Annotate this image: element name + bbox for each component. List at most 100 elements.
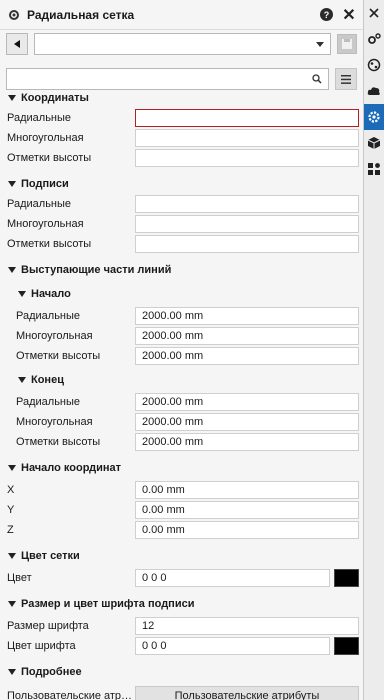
field-label: Многоугольная xyxy=(7,132,84,144)
field-label: Отметки высоты xyxy=(16,350,101,362)
collapse-triangle-icon xyxy=(8,601,16,607)
labels-radial-input[interactable] xyxy=(135,195,359,213)
user-attributes-button[interactable]: Пользовательские атрибуты xyxy=(135,686,359,700)
chevron-down-icon xyxy=(316,42,324,47)
collapse-triangle-icon xyxy=(8,267,16,273)
rail-settings-gear-icon[interactable] xyxy=(364,26,384,52)
ext-end-elevation-row: Отметки высоты 2000.00 mm xyxy=(0,432,364,452)
origin-x-input[interactable]: 0.00 mm xyxy=(135,481,359,499)
floppy-icon xyxy=(342,39,352,49)
field-label: Цвет xyxy=(7,572,32,584)
field-label: Многоугольная xyxy=(7,218,84,230)
section-grid-color-header[interactable]: Цвет сетки xyxy=(0,546,364,566)
coord-radial-input[interactable] xyxy=(135,109,359,127)
labels-polygonal-row: Многоугольная xyxy=(0,214,364,234)
close-icon[interactable]: ✕ xyxy=(341,7,357,24)
collapse-triangle-icon xyxy=(8,669,16,675)
section-title: Начало xyxy=(31,288,71,300)
font-size-row: Размер шрифта 12 xyxy=(0,616,364,636)
ext-end-radial-input[interactable]: 2000.00 mm xyxy=(135,393,359,411)
field-label: Размер шрифта xyxy=(7,620,89,632)
user-attributes-row: Пользовательские атри... Пользовательски… xyxy=(0,686,364,700)
field-label: Отметки высоты xyxy=(7,238,92,250)
field-label: Радиальные xyxy=(16,396,81,408)
field-label: Радиальные xyxy=(7,198,72,210)
labels-elevation-row: Отметки высоты xyxy=(0,234,364,254)
section-title: Выступающие части линий xyxy=(21,264,172,276)
panel-titlebar: Радиальная сетка ? ✕ xyxy=(0,0,363,30)
search-icon[interactable] xyxy=(312,74,322,84)
section-labels-header[interactable]: Подписи xyxy=(0,174,364,194)
section-title: Начало координат xyxy=(21,462,122,474)
coord-radial-row: Радиальные xyxy=(0,108,364,128)
rail-properties-gear-icon[interactable] xyxy=(364,104,384,130)
preset-toolbar xyxy=(0,31,363,57)
field-label: X xyxy=(7,484,15,496)
ext-start-polygonal-row: Многоугольная 2000.00 mm xyxy=(0,326,364,346)
coord-elevation-input[interactable] xyxy=(135,149,359,167)
help-icon[interactable]: ? xyxy=(320,8,333,21)
collapse-triangle-icon xyxy=(18,291,26,297)
section-more-header[interactable]: Подробнее xyxy=(0,662,364,682)
section-title: Размер и цвет шрифта подписи xyxy=(21,598,195,610)
gear-icon xyxy=(6,7,22,23)
section-extensions-header[interactable]: Выступающие части линий xyxy=(0,260,364,280)
search-input[interactable] xyxy=(7,69,328,89)
labels-radial-row: Радиальные xyxy=(0,194,364,214)
font-size-input[interactable]: 12 xyxy=(135,617,359,635)
save-button[interactable] xyxy=(337,34,357,54)
field-label: Цвет шрифта xyxy=(7,640,76,652)
subsection-start-header[interactable]: Начало xyxy=(0,284,364,304)
rail-cube-icon[interactable] xyxy=(364,130,384,156)
back-button[interactable] xyxy=(6,33,28,55)
rail-cloud-icon[interactable] xyxy=(364,78,384,104)
menu-button[interactable] xyxy=(335,68,357,90)
origin-x-row: X 0.00 mm xyxy=(0,480,364,500)
grid-color-row: Цвет 0 0 0 xyxy=(0,568,364,588)
field-label: Z xyxy=(7,524,14,536)
font-color-swatch[interactable] xyxy=(334,637,359,655)
section-title: Конец xyxy=(31,374,64,386)
field-label: Многоугольная xyxy=(16,330,93,342)
section-title: Подробнее xyxy=(21,666,82,678)
ext-start-polygonal-input[interactable]: 2000.00 mm xyxy=(135,327,359,345)
labels-polygonal-input[interactable] xyxy=(135,215,359,233)
search-field[interactable] xyxy=(6,68,329,90)
coord-polygonal-input[interactable] xyxy=(135,129,359,147)
subsection-end-header[interactable]: Конец xyxy=(0,370,364,390)
collapse-triangle-icon xyxy=(8,465,16,471)
section-title: Подписи xyxy=(21,178,69,190)
collapse-triangle-icon xyxy=(8,95,16,101)
rail-globe-icon[interactable] xyxy=(364,52,384,78)
labels-elevation-input[interactable] xyxy=(135,235,359,253)
grid-color-input[interactable]: 0 0 0 xyxy=(135,569,330,587)
arrow-left-icon xyxy=(14,40,20,48)
grid-color-swatch[interactable] xyxy=(334,569,359,587)
ext-start-radial-input[interactable]: 2000.00 mm xyxy=(135,307,359,325)
ext-start-radial-row: Радиальные 2000.00 mm xyxy=(0,306,364,326)
font-color-row: Цвет шрифта 0 0 0 xyxy=(0,636,364,656)
ext-end-elevation-input[interactable]: 2000.00 mm xyxy=(135,433,359,451)
section-font-header[interactable]: Размер и цвет шрифта подписи xyxy=(0,594,364,614)
coord-polygonal-row: Многоугольная xyxy=(0,128,364,148)
properties-panel: Радиальная сетка ? ✕ Координаты Радиальн xyxy=(0,0,364,700)
field-label: Отметки высоты xyxy=(7,152,92,164)
section-title: Цвет сетки xyxy=(21,550,80,562)
section-coordinates-header[interactable]: Координаты xyxy=(0,88,364,108)
ext-start-elevation-row: Отметки высоты 2000.00 mm xyxy=(0,346,364,366)
ext-end-radial-row: Радиальные 2000.00 mm xyxy=(0,392,364,412)
origin-z-input[interactable]: 0.00 mm xyxy=(135,521,359,539)
origin-y-input[interactable]: 0.00 mm xyxy=(135,501,359,519)
ext-end-polygonal-input[interactable]: 2000.00 mm xyxy=(135,413,359,431)
origin-y-row: Y 0.00 mm xyxy=(0,500,364,520)
coord-elevation-row: Отметки высоты xyxy=(0,148,364,168)
rail-close-icon[interactable] xyxy=(364,0,384,26)
rail-components-icon[interactable] xyxy=(364,156,384,182)
collapse-triangle-icon xyxy=(8,181,16,187)
ext-start-elevation-input[interactable]: 2000.00 mm xyxy=(135,347,359,365)
preset-dropdown[interactable] xyxy=(34,33,331,55)
hamburger-icon xyxy=(341,74,351,84)
field-label: Пользовательские атри... xyxy=(7,690,135,700)
section-origin-header[interactable]: Начало координат xyxy=(0,458,364,478)
font-color-input[interactable]: 0 0 0 xyxy=(135,637,330,655)
